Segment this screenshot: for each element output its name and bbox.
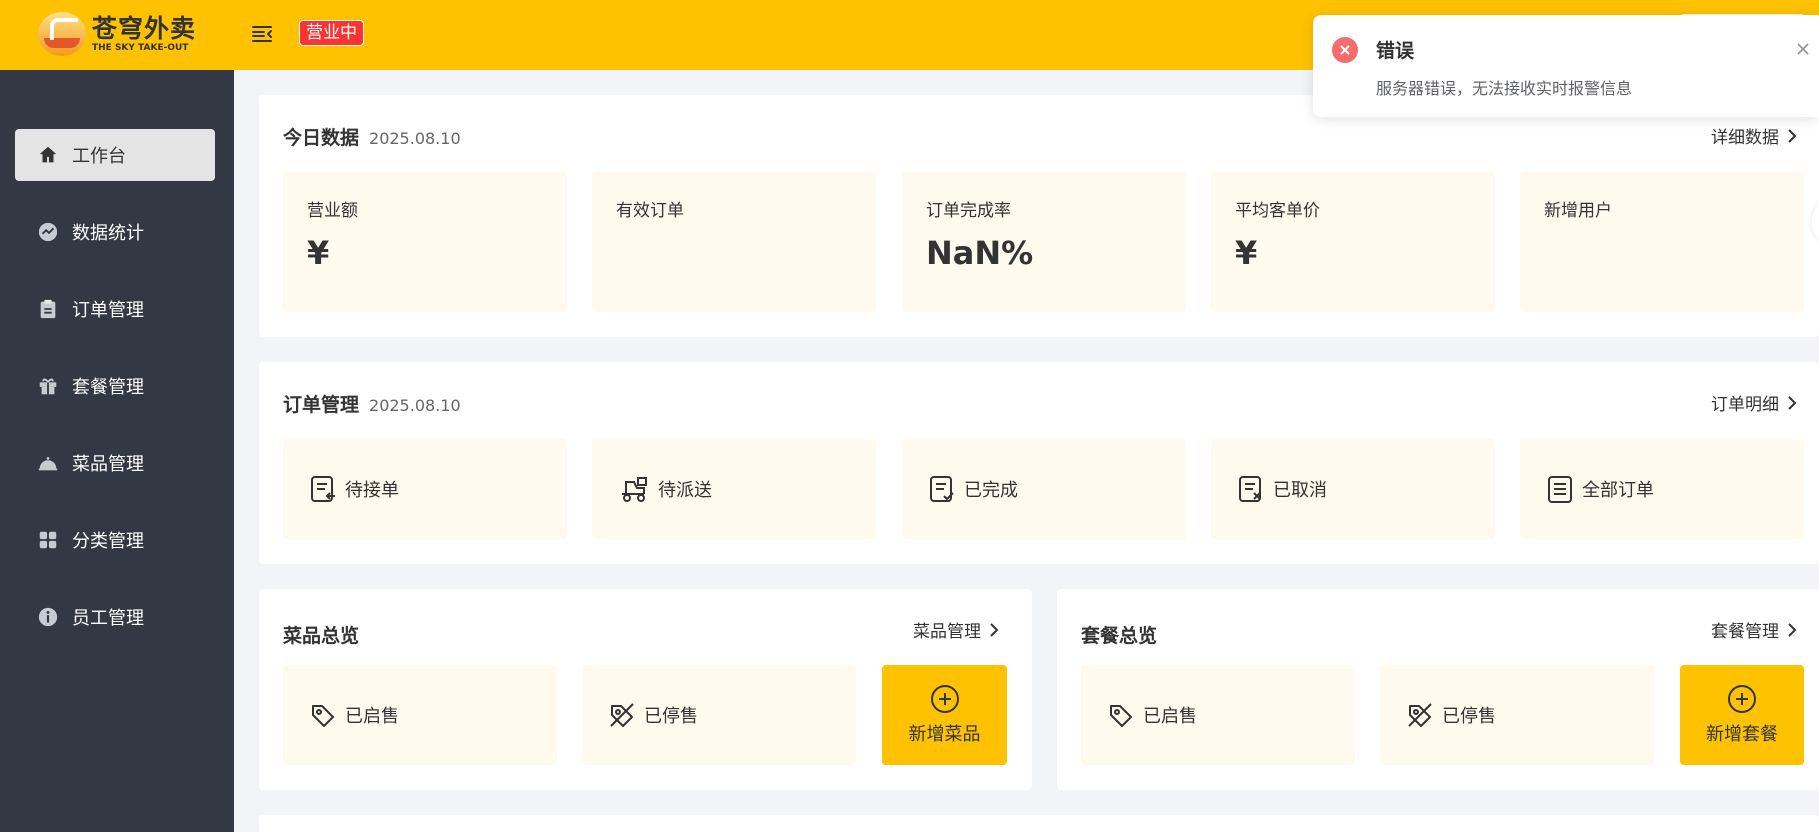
tile-label: 已完成 [964, 480, 1018, 501]
add-dish-button[interactable]: 新增菜品 [882, 665, 1007, 765]
add-setmeal-button[interactable]: 新增套餐 [1680, 665, 1804, 765]
card-title: 套餐总览 [1081, 625, 1158, 647]
tile-label: 订单完成率 [926, 201, 1011, 221]
chevron-right-icon [1788, 622, 1797, 637]
tile-label: 已启售 [1143, 706, 1197, 727]
dish-overview-card: 菜品总览 菜品管理 已启售 已停售 新增菜品 [259, 589, 1032, 790]
setmeal-off-sale-tile[interactable]: 已停售 [1380, 665, 1654, 765]
tile-label: 已启售 [345, 706, 399, 727]
tile-label: 平均客单价 [1235, 201, 1320, 221]
setmeal-on-sale-tile[interactable]: 已启售 [1081, 665, 1355, 765]
order-management-card: 订单管理 2025.08.10 订单明细 待接单 待派送 已完成 已取消 全部订单 [259, 362, 1819, 564]
completion-rate-tile: 订单完成率 NaN% [902, 172, 1186, 312]
notification-title: 错误 [1376, 40, 1415, 62]
plus-circle-icon [1728, 685, 1756, 713]
sidebar-item-dishes[interactable]: 菜品管理 [15, 437, 215, 489]
clipboard-icon [37, 298, 59, 320]
tile-label: 已停售 [644, 706, 698, 727]
error-icon [1332, 37, 1358, 63]
sidebar-item-categories[interactable]: 分类管理 [15, 514, 215, 566]
dish-cover-icon [37, 452, 59, 474]
card-date: 2025.08.10 [369, 129, 461, 148]
logo-title: 苍穹外卖 [92, 13, 197, 43]
order-list-icon [1548, 476, 1572, 503]
tile-label: 已取消 [1273, 480, 1327, 501]
chevron-right-icon [990, 622, 999, 637]
sidebar-item-employees[interactable]: 员工管理 [15, 591, 215, 643]
chevron-right-icon [1788, 128, 1797, 143]
logo-mark-icon [38, 12, 86, 56]
all-orders-tile[interactable]: 全部订单 [1520, 439, 1804, 539]
notification-message: 服务器错误，无法接收实时报警信息 [1376, 79, 1633, 98]
pending-orders-tile[interactable]: 待接单 [283, 439, 567, 539]
to-deliver-tile[interactable]: 待派送 [592, 439, 876, 539]
tile-label: 待接单 [345, 480, 399, 501]
tile-value: NaN% [926, 234, 1034, 272]
grid-icon [37, 529, 59, 551]
new-users-tile: 新增用户 [1520, 172, 1804, 312]
revenue-tile: 营业额 ¥ [283, 172, 567, 312]
sidebar: 工作台 数据统计 订单管理 套餐管理 菜品管理 分类管理 员工管理 [0, 70, 234, 832]
tile-label: 全部订单 [1582, 480, 1654, 501]
business-status-badge: 营业中 [299, 20, 364, 46]
avg-price-tile: 平均客单价 ¥ [1211, 172, 1495, 312]
close-icon[interactable] [1793, 39, 1813, 59]
tile-label: 新增用户 [1544, 201, 1612, 221]
card-title: 订单管理 2025.08.10 [283, 394, 461, 416]
price-tag-icon [312, 705, 334, 727]
valid-orders-tile: 有效订单 [592, 172, 876, 312]
setmeal-overview-card: 套餐总览 套餐管理 已启售 已停售 新增套餐 [1057, 589, 1819, 790]
menu-toggle-icon[interactable] [250, 22, 274, 46]
sidebar-item-workbench[interactable]: 工作台 [15, 129, 215, 181]
dish-on-sale-tile[interactable]: 已启售 [283, 665, 557, 765]
price-tag-off-icon [1408, 703, 1432, 727]
order-done-icon [930, 476, 954, 502]
dish-management-link[interactable]: 菜品管理 [913, 617, 999, 642]
gift-icon [37, 375, 59, 397]
sidebar-item-statistics[interactable]: 数据统计 [15, 206, 215, 258]
add-dish-label: 新增菜品 [908, 724, 981, 745]
sidebar-item-label: 分类管理 [72, 531, 144, 552]
setmeal-management-link[interactable]: 套餐管理 [1711, 617, 1797, 642]
today-data-card: 今日数据 2025.08.10 详细数据 营业额 ¥ 有效订单 订单完成率 NaN… [259, 95, 1819, 337]
sidebar-item-label: 菜品管理 [72, 454, 144, 475]
sidebar-item-orders[interactable]: 订单管理 [15, 283, 215, 335]
detail-data-link[interactable]: 详细数据 [1711, 123, 1797, 148]
cancelled-orders-tile[interactable]: 已取消 [1211, 439, 1495, 539]
card-title: 菜品总览 [283, 625, 360, 647]
sidebar-item-label: 数据统计 [72, 223, 144, 244]
logo-subtitle: THE SKY TAKE-OUT [92, 42, 189, 53]
dish-off-sale-tile[interactable]: 已停售 [582, 665, 856, 765]
sidebar-item-label: 员工管理 [72, 608, 144, 629]
next-section-card [259, 815, 1819, 832]
tile-value: ¥ [1235, 234, 1258, 272]
logo: 苍穹外卖 THE SKY TAKE-OUT [38, 12, 196, 56]
delivery-icon [622, 477, 647, 502]
add-setmeal-label: 新增套餐 [1706, 724, 1778, 745]
home-icon [37, 144, 59, 166]
price-tag-off-icon [610, 703, 634, 727]
order-pending-icon [311, 476, 335, 502]
tile-label: 待派送 [658, 480, 712, 501]
info-icon [37, 606, 59, 628]
plus-circle-icon [930, 685, 959, 713]
price-tag-icon [1110, 705, 1132, 727]
order-cancel-icon [1239, 476, 1261, 502]
tile-label: 已停售 [1442, 706, 1496, 727]
sidebar-item-setmeals[interactable]: 套餐管理 [15, 360, 215, 412]
tile-label: 有效订单 [616, 201, 684, 221]
error-notification: 错误 服务器错误，无法接收实时报警信息 [1313, 15, 1819, 117]
tile-label: 营业额 [307, 201, 358, 221]
completed-orders-tile[interactable]: 已完成 [902, 439, 1186, 539]
order-detail-link[interactable]: 订单明细 [1711, 390, 1797, 415]
sidebar-item-label: 订单管理 [72, 300, 144, 321]
sidebar-item-label: 工作台 [72, 146, 126, 167]
card-date: 2025.08.10 [369, 396, 461, 415]
chevron-right-icon [1788, 395, 1797, 410]
tile-value: ¥ [307, 234, 330, 272]
chart-icon [37, 221, 59, 243]
sidebar-item-label: 套餐管理 [72, 377, 144, 398]
card-title: 今日数据 2025.08.10 [283, 127, 461, 149]
